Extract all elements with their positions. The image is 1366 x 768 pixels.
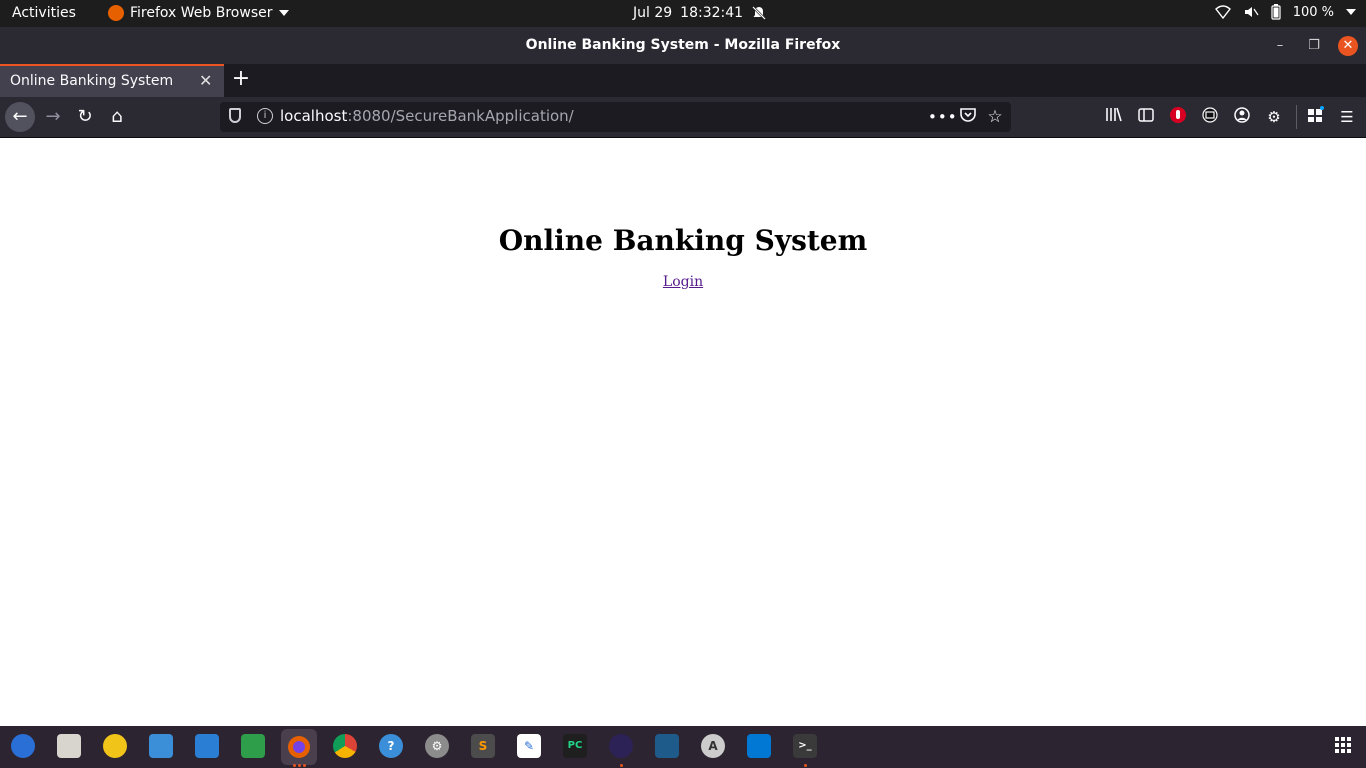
files-icon[interactable] (57, 734, 81, 758)
writer-icon[interactable] (195, 734, 219, 758)
navigation-toolbar: ← → ↻ ⌂ i localhost:8080/SecureBankAppli… (0, 97, 1366, 138)
running-indicator (620, 764, 623, 767)
text-editor-icon[interactable]: ✎ (517, 734, 541, 758)
firefox-dock-item[interactable] (281, 729, 317, 765)
tracking-protection-shield-icon[interactable] (229, 108, 241, 123)
eclipse-icon[interactable] (609, 734, 633, 758)
firefox-icon (288, 736, 310, 758)
close-window-button[interactable]: ✕ (1338, 36, 1358, 56)
tab-online-banking-system[interactable]: Online Banking System ✕ (0, 64, 224, 97)
home-button[interactable]: ⌂ (102, 102, 132, 132)
page-content: Online Banking System Login (0, 138, 1366, 726)
running-indicator (804, 764, 807, 767)
extension-red-hand-icon[interactable] (1167, 106, 1189, 128)
page-heading: Online Banking System (498, 224, 868, 257)
reload-button[interactable]: ↻ (70, 102, 100, 132)
vscode-icon[interactable] (747, 734, 771, 758)
chevron-down-icon (278, 10, 289, 16)
rhythmbox-icon[interactable] (103, 734, 127, 758)
back-button[interactable]: ← (5, 102, 35, 132)
tab-strip: Online Banking System ✕ + (0, 64, 1366, 97)
notifications-muted-icon (752, 6, 766, 20)
toolbar-separator (1296, 105, 1297, 129)
hamburger-menu-icon[interactable]: ☰ (1336, 106, 1358, 128)
volume-muted-icon (1244, 7, 1259, 17)
settings-gear-icon[interactable]: ⚙ (1263, 106, 1285, 128)
bookmark-star-icon[interactable]: ☆ (984, 106, 1006, 128)
calc-icon[interactable] (241, 734, 265, 758)
new-tab-button[interactable]: + (230, 68, 252, 92)
app-menu-label: Firefox Web Browser (130, 5, 273, 21)
thunderbird-icon[interactable] (11, 734, 35, 758)
clock-date: Jul 29 (633, 5, 673, 21)
software-updater-icon[interactable]: A (701, 734, 725, 758)
network-icon (1214, 5, 1231, 19)
chevron-down-icon (1346, 9, 1356, 15)
url-text[interactable]: localhost:8080/SecureBankApplication/ (280, 107, 574, 125)
site-info-icon[interactable]: i (257, 108, 273, 124)
address-bar[interactable]: i localhost:8080/SecureBankApplication/ … (220, 102, 1011, 132)
battery-icon (1271, 4, 1281, 20)
extension-dark-icon[interactable] (1199, 106, 1221, 128)
library-icon[interactable] (1103, 106, 1125, 128)
login-link[interactable]: Login (0, 274, 1366, 290)
clock[interactable]: Jul 29 18:32:41 (633, 5, 767, 21)
dock: ? ⚙ S ✎ PC A >_ (0, 726, 1366, 768)
battery-percent: 100 % (1292, 4, 1334, 20)
running-indicator (293, 764, 296, 767)
url-path: :8080/SecureBankApplication/ (347, 107, 574, 125)
mysql-workbench-icon[interactable] (655, 734, 679, 758)
maximize-button[interactable]: ❐ (1304, 36, 1324, 56)
minimize-button[interactable]: – (1270, 36, 1290, 56)
page-actions-menu-icon[interactable]: ••• (928, 106, 957, 128)
pocket-icon[interactable] (957, 106, 979, 128)
system-top-bar: Activities Firefox Web Browser Jul 29 18… (0, 0, 1366, 27)
forward-button[interactable]: → (38, 102, 68, 132)
settings-icon[interactable]: ⚙ (425, 734, 449, 758)
show-applications-icon[interactable] (1335, 737, 1351, 753)
sidebar-icon[interactable] (1135, 106, 1157, 128)
pycharm-icon[interactable]: PC (563, 734, 587, 758)
window-titlebar[interactable]: Online Banking System - Mozilla Firefox … (0, 27, 1366, 64)
system-tray[interactable]: 100 % (1214, 4, 1356, 20)
webapp-icon[interactable] (149, 734, 173, 758)
terminal-icon[interactable]: >_ (793, 734, 817, 758)
firefox-icon (108, 5, 124, 21)
sublime-icon[interactable]: S (471, 734, 495, 758)
window-title: Online Banking System - Mozilla Firefox (525, 37, 841, 53)
help-icon[interactable]: ? (379, 734, 403, 758)
chrome-icon[interactable] (333, 734, 357, 758)
close-tab-icon[interactable]: ✕ (199, 71, 212, 90)
account-icon[interactable] (1231, 106, 1253, 128)
clock-time: 18:32:41 (680, 5, 744, 21)
tab-label: Online Banking System (10, 73, 174, 89)
extensions-puzzle-icon[interactable] (1304, 106, 1326, 128)
running-indicator (298, 764, 301, 767)
url-host: localhost (280, 107, 348, 125)
activities-button[interactable]: Activities (12, 5, 76, 21)
running-indicator (303, 764, 306, 767)
app-menu[interactable]: Firefox Web Browser (108, 5, 289, 21)
